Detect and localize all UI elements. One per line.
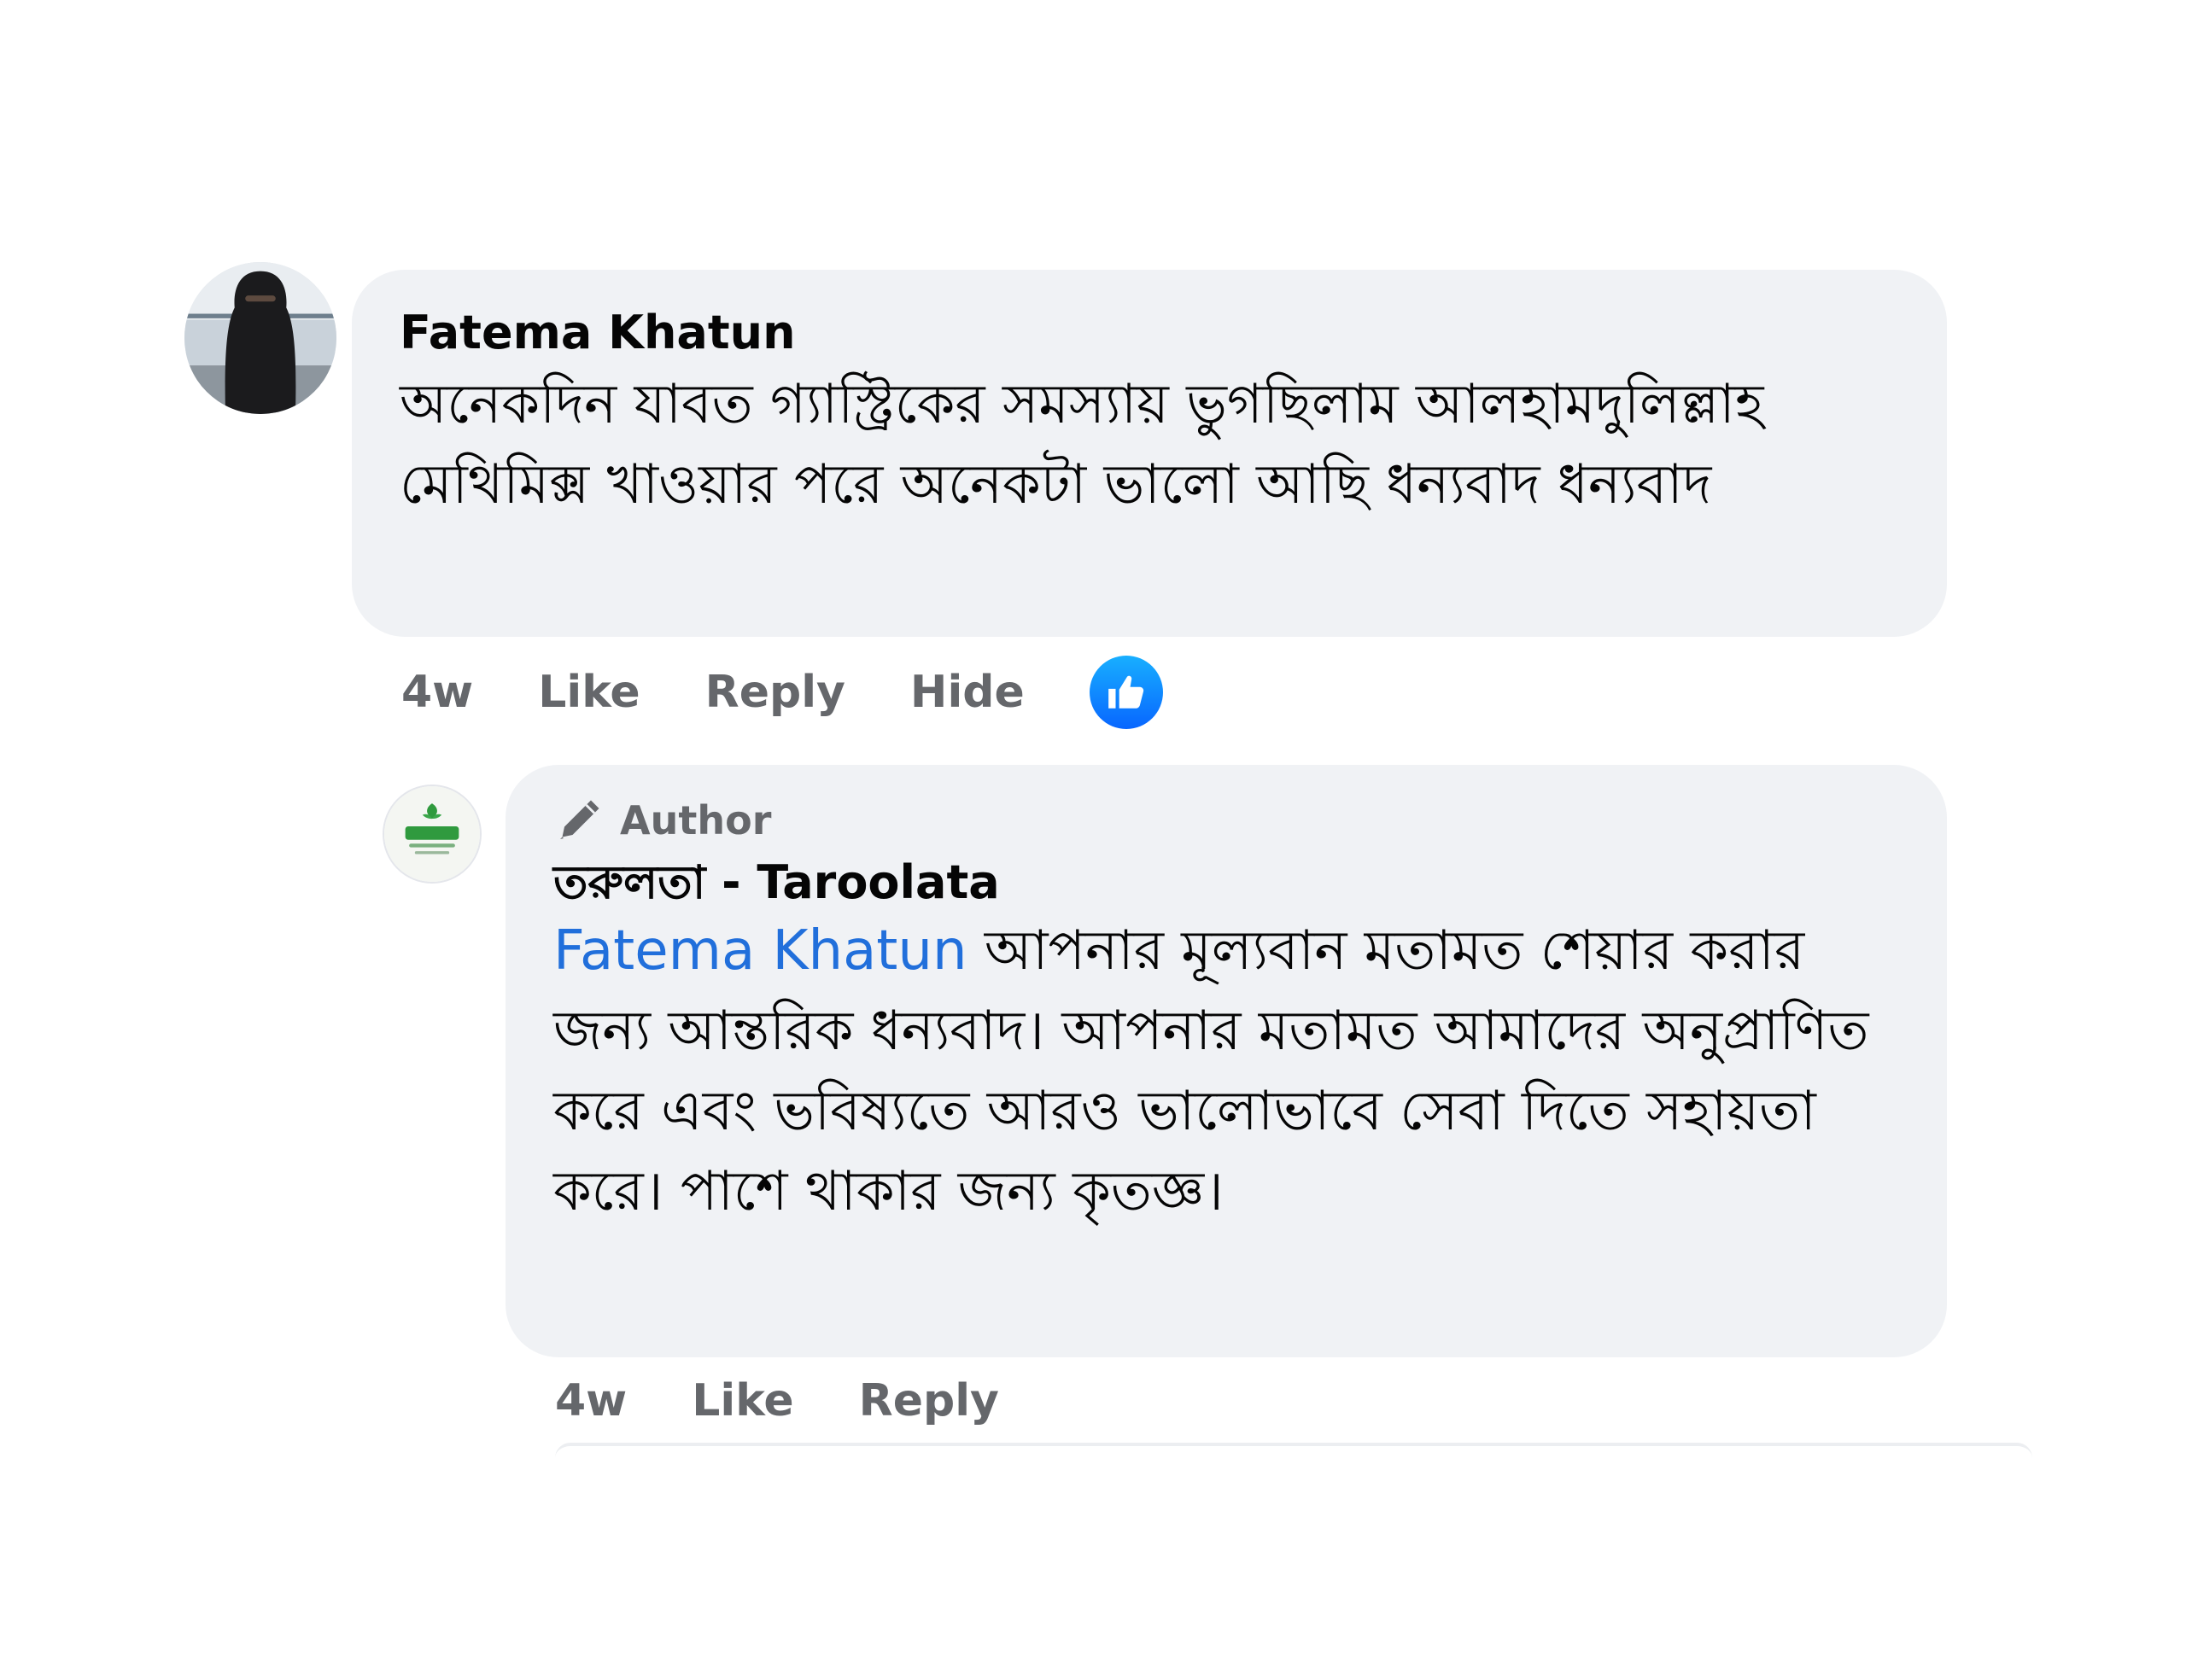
reply-text-block: Fatema Khatun আপনার মূল্যবান মতামত শেয়া… xyxy=(553,911,1899,1232)
commenter-photo xyxy=(184,262,336,414)
author-badge: Author xyxy=(553,792,1899,849)
author-badge-label: Author xyxy=(620,797,772,843)
comment-thread: Fatema Khatun অনেকদিন যাবত গ্যাস্ট্রিকের… xyxy=(0,0,2186,1680)
comment-author-name[interactable]: Fatema Khatun xyxy=(400,307,1899,359)
page-avatar[interactable] xyxy=(384,786,480,882)
reply-timestamp[interactable]: 4w xyxy=(555,1375,627,1426)
hide-button[interactable]: Hide xyxy=(910,667,1025,718)
comment-actions: 4w Like Reply Hide xyxy=(401,656,1163,729)
reply-author-name[interactable]: তরুলতা - Taroolata xyxy=(553,857,1899,908)
thumbs-up-icon xyxy=(1108,675,1143,709)
pencil-icon xyxy=(560,800,599,839)
commenter-avatar[interactable] xyxy=(184,262,336,414)
reply-reply-button[interactable]: Reply xyxy=(859,1375,999,1426)
reply-button[interactable]: Reply xyxy=(705,667,845,718)
comment-bubble: Fatema Khatun অনেকদিন যাবত গ্যাস্ট্রিকের… xyxy=(352,270,1947,637)
like-button[interactable]: Like xyxy=(538,667,640,718)
comment-text: অনেকদিন যাবত গ্যাস্ট্রিকের সমস্যায় ভুগছ… xyxy=(400,373,1764,517)
reply-actions: 4w Like Reply xyxy=(555,1364,1064,1438)
taroolata-logo xyxy=(384,786,480,882)
comment-timestamp[interactable]: 4w xyxy=(401,667,473,718)
mention-link[interactable]: Fatema Khatun xyxy=(553,919,967,983)
reply-like-button[interactable]: Like xyxy=(692,1375,793,1426)
next-comment-edge xyxy=(555,1443,2032,1458)
like-reaction-icon[interactable] xyxy=(1089,656,1163,729)
reply-bubble: Author তরুলতা - Taroolata Fatema Khatun … xyxy=(506,765,1947,1357)
